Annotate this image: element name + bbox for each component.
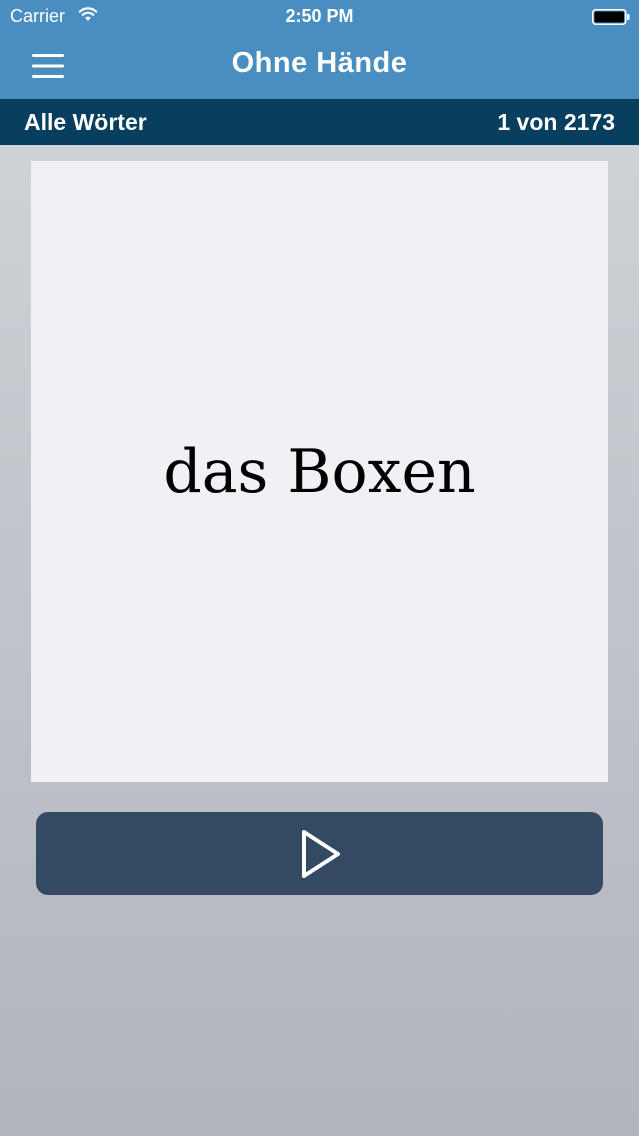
flashcard-word: das Boxen bbox=[163, 436, 476, 507]
navigation-bar: Ohne Hände bbox=[0, 34, 639, 99]
list-info-bar: Alle Wörter 1 von 2173 bbox=[0, 99, 639, 145]
play-button[interactable] bbox=[36, 812, 603, 895]
play-icon bbox=[301, 829, 340, 878]
progress-counter: 1 von 2173 bbox=[497, 109, 615, 135]
app-header: Carrier 2:50 PM Ohne Hände bbox=[0, 0, 639, 99]
clock: 2:50 PM bbox=[285, 6, 354, 26]
flashcard[interactable]: das Boxen bbox=[31, 161, 608, 782]
battery-icon bbox=[592, 9, 630, 25]
word-list-name: Alle Wörter bbox=[24, 109, 147, 135]
status-bar: Carrier 2:50 PM bbox=[0, 0, 639, 34]
page-title: Ohne Hände bbox=[231, 47, 408, 79]
